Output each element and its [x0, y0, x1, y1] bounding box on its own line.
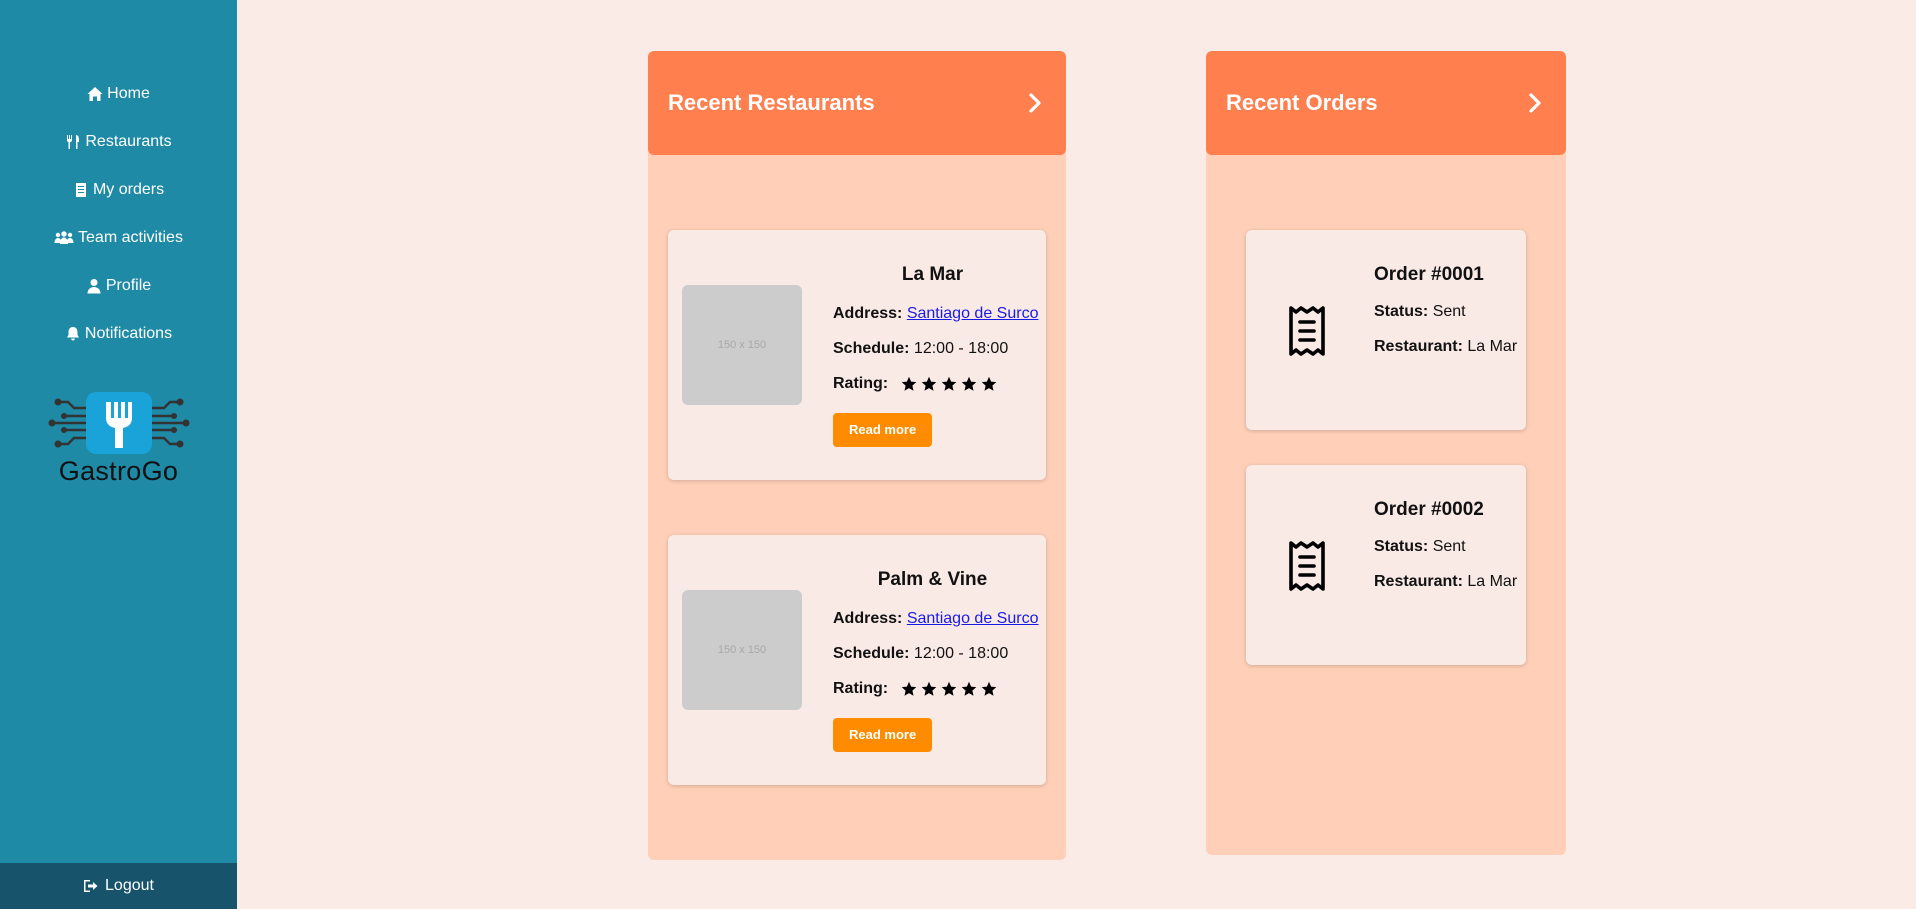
schedule-label: Schedule:	[833, 645, 910, 662]
schedule-value: 12:00 - 18:00	[913, 340, 1009, 357]
restaurant-label: Restaurant:	[1374, 338, 1463, 355]
recent-orders-panel: Recent Orders Order #0001 Status: Sent R…	[1206, 51, 1566, 855]
address-link[interactable]: Santiago de Surco	[907, 610, 1039, 627]
rating-label: Rating:	[833, 375, 889, 392]
star-icon	[941, 376, 956, 391]
logout-button[interactable]: Logout	[0, 863, 237, 909]
sidebar: Home Restaurants My orders Team activiti…	[0, 0, 237, 909]
address-link[interactable]: Santiago de Surco	[907, 305, 1039, 322]
address-row: Address: Santiago de Surco	[833, 296, 1038, 331]
panel-title: Recent Restaurants	[668, 90, 875, 115]
status-value: Sent	[1432, 538, 1466, 555]
star-icon	[961, 376, 976, 391]
address-label: Address:	[833, 305, 903, 322]
user-icon	[87, 279, 101, 294]
order-status-row: Status: Sent	[1374, 294, 1517, 329]
order-info: Order #0001 Status: Sent Restaurant: La …	[1374, 264, 1517, 364]
star-icon	[901, 681, 916, 696]
status-value: Sent	[1432, 303, 1466, 320]
team-icon	[54, 231, 74, 244]
fork-circuit-logo-icon	[48, 392, 189, 454]
order-card[interactable]: Order #0001 Status: Sent Restaurant: La …	[1246, 230, 1526, 430]
rating-stars	[901, 681, 997, 697]
schedule-label: Schedule:	[833, 340, 910, 357]
restaurant-image-placeholder: 150 x 150	[682, 590, 802, 710]
restaurant-card: 150 x 150 La Mar Address: Santiago de Su…	[668, 230, 1046, 480]
order-title: Order #0002	[1374, 499, 1484, 520]
rating-label: Rating:	[833, 680, 889, 697]
schedule-value: 12:00 - 18:00	[913, 645, 1009, 662]
panel-title: Recent Orders	[1226, 90, 1378, 115]
order-info: Order #0002 Status: Sent Restaurant: La …	[1374, 499, 1517, 599]
read-more-button[interactable]: Read more	[833, 413, 933, 447]
sidebar-item-label: Profile	[105, 277, 152, 294]
status-label: Status:	[1374, 303, 1429, 320]
restaurant-image-placeholder: 150 x 150	[682, 285, 802, 405]
rating-row: Rating:	[833, 671, 1032, 706]
schedule-row: Schedule: 12:00 - 18:00	[833, 331, 1032, 366]
restaurant-value: La Mar	[1467, 573, 1518, 590]
star-icon	[921, 681, 936, 696]
restaurant-info: La Mar Address: Santiago de Surco Schedu…	[833, 264, 1038, 447]
star-icon	[981, 681, 996, 696]
sidebar-item-label: Home	[107, 85, 150, 102]
sidebar-item-label: My orders	[92, 181, 165, 198]
star-icon	[961, 681, 976, 696]
order-status-row: Status: Sent	[1374, 529, 1517, 564]
home-icon	[87, 87, 103, 101]
utensils-icon	[67, 135, 80, 149]
star-icon	[981, 376, 996, 391]
restaurant-name: Palm & Vine	[877, 569, 988, 590]
receipt-icon	[1289, 306, 1325, 356]
recent-restaurants-panel: Recent Restaurants 150 x 150 La Mar Addr…	[648, 51, 1066, 860]
read-more-button[interactable]: Read more	[833, 718, 933, 752]
clipboard-icon	[75, 183, 86, 197]
sidebar-item-notifications[interactable]: Notifications	[0, 310, 237, 358]
status-label: Status:	[1374, 538, 1429, 555]
star-icon	[901, 376, 916, 391]
restaurant-name: La Mar	[901, 264, 964, 285]
sidebar-item-label: Restaurants	[85, 133, 172, 150]
gastrogo-logo: GastroGo	[0, 390, 237, 487]
sidebar-item-restaurants[interactable]: Restaurants	[0, 118, 237, 166]
restaurant-value: La Mar	[1467, 338, 1518, 355]
sign-out-icon	[84, 880, 98, 892]
rating-stars	[901, 376, 997, 392]
restaurant-card: 150 x 150 Palm & Vine Address: Santiago …	[668, 535, 1046, 785]
sidebar-item-team-activities[interactable]: Team activities	[0, 214, 237, 262]
order-title: Order #0001	[1374, 264, 1484, 285]
address-row: Address: Santiago de Surco	[833, 601, 1038, 636]
star-icon	[921, 376, 936, 391]
order-restaurant-row: Restaurant: La Mar	[1374, 329, 1517, 364]
sidebar-item-my-orders[interactable]: My orders	[0, 166, 237, 214]
chevron-right-icon[interactable]	[1524, 92, 1546, 114]
receipt-icon	[1289, 541, 1325, 591]
restaurant-label: Restaurant:	[1374, 573, 1463, 590]
star-icon	[941, 681, 956, 696]
chevron-right-icon[interactable]	[1024, 92, 1046, 114]
image-placeholder-text: 150 x 150	[717, 339, 767, 351]
sidebar-item-profile[interactable]: Profile	[0, 262, 237, 310]
panel-header: Recent Orders	[1206, 51, 1566, 155]
address-label: Address:	[833, 610, 903, 627]
bell-icon	[66, 327, 79, 341]
sidebar-item-label: Team activities	[78, 229, 183, 246]
panel-header: Recent Restaurants	[648, 51, 1066, 155]
schedule-row: Schedule: 12:00 - 18:00	[833, 636, 1032, 671]
sidebar-item-label: Notifications	[84, 325, 173, 342]
sidebar-nav: Home Restaurants My orders Team activiti…	[0, 70, 237, 358]
order-card[interactable]: Order #0002 Status: Sent Restaurant: La …	[1246, 465, 1526, 665]
order-restaurant-row: Restaurant: La Mar	[1374, 564, 1517, 599]
logo-text: GastroGo	[58, 456, 179, 486]
rating-row: Rating:	[833, 366, 1032, 401]
logout-label: Logout	[105, 877, 154, 894]
image-placeholder-text: 150 x 150	[717, 644, 767, 656]
sidebar-item-home[interactable]: Home	[0, 70, 237, 118]
restaurant-info: Palm & Vine Address: Santiago de Surco S…	[833, 569, 1038, 752]
